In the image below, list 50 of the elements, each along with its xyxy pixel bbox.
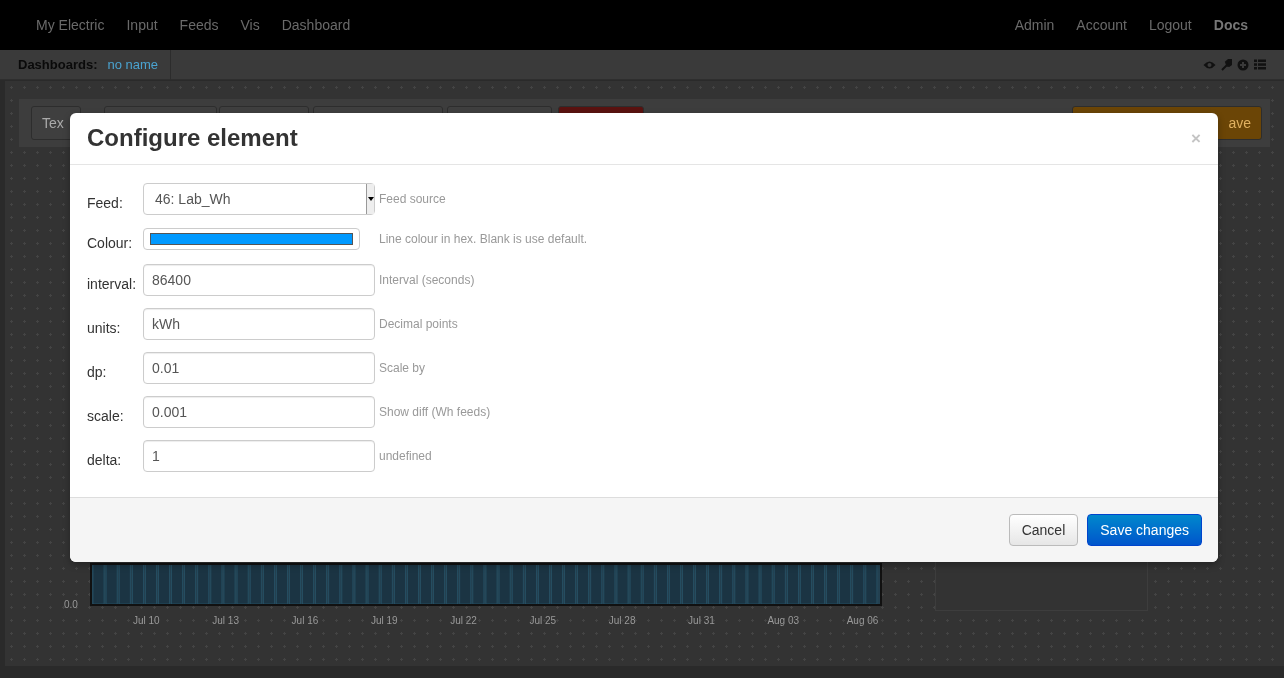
field-label: interval: <box>87 274 138 294</box>
nav-link[interactable]: Logout <box>1148 14 1192 36</box>
nav-link[interactable]: Account <box>1076 14 1127 36</box>
input-field[interactable]: 86400 <box>143 264 375 296</box>
help-text: Scale by <box>379 360 426 377</box>
input-field[interactable]: kWh <box>143 308 375 340</box>
eye-icon[interactable] <box>1203 59 1216 70</box>
modal-title: Configure element <box>87 124 298 153</box>
input-field[interactable]: 0.001 <box>143 396 375 428</box>
input-field[interactable]: 0.01 <box>143 352 375 384</box>
field-label: Colour: <box>87 233 134 253</box>
list-icon[interactable] <box>1254 59 1266 70</box>
color-field[interactable] <box>143 228 360 250</box>
nav-link[interactable]: Admin <box>1014 14 1055 36</box>
axis-label: Jul 28 <box>608 614 636 628</box>
axis-label: Jul 25 <box>529 614 557 628</box>
help-text: undefined <box>379 448 432 465</box>
caret-icon[interactable] <box>367 197 374 201</box>
axis-label: Aug 06 <box>846 614 879 628</box>
dashboard-name-link[interactable]: no name <box>107 49 172 80</box>
help-text: Decimal points <box>379 316 458 333</box>
axis-label: Jul 22 <box>450 614 477 628</box>
nav-link[interactable]: Vis <box>240 14 260 36</box>
nav-link[interactable]: Input <box>126 14 158 36</box>
nav-link[interactable]: My Electric <box>36 14 105 36</box>
help-text: Interval (seconds) <box>379 272 475 289</box>
input-field[interactable]: 1 <box>143 440 375 472</box>
wrench-icon[interactable] <box>1221 58 1232 71</box>
field-label: delta: <box>87 450 123 470</box>
help-text: Line colour in hex. Blank is use default. <box>379 231 588 248</box>
cancel-button[interactable]: Cancel <box>1008 514 1079 546</box>
field-label: dp: <box>87 362 108 382</box>
nav-link[interactable]: Feeds <box>179 14 219 36</box>
feed-select[interactable]: 46: Lab_Wh <box>143 183 375 215</box>
axis-label: Jul 31 <box>688 614 715 628</box>
nav-link[interactable]: Dashboard <box>281 14 351 36</box>
field-label: scale: <box>87 406 125 426</box>
axis-label: Jul 19 <box>370 614 398 628</box>
save-button[interactable]: Save changes <box>1087 514 1202 546</box>
axis-label: Jul 16 <box>291 614 319 628</box>
axis-label: Jul 10 <box>133 614 160 628</box>
field-label: Feed: <box>87 193 124 213</box>
plus-circle-icon[interactable] <box>1237 58 1249 71</box>
help-text: Show diff (Wh feeds) <box>379 404 491 421</box>
axis-label: Aug 03 <box>767 614 800 628</box>
nav-link[interactable]: Docs <box>1213 14 1248 36</box>
axis-label: Jul 13 <box>212 614 239 628</box>
help-text: Feed source <box>379 191 446 208</box>
field-label: units: <box>87 318 122 338</box>
axis-label: 0.0 <box>64 598 78 612</box>
